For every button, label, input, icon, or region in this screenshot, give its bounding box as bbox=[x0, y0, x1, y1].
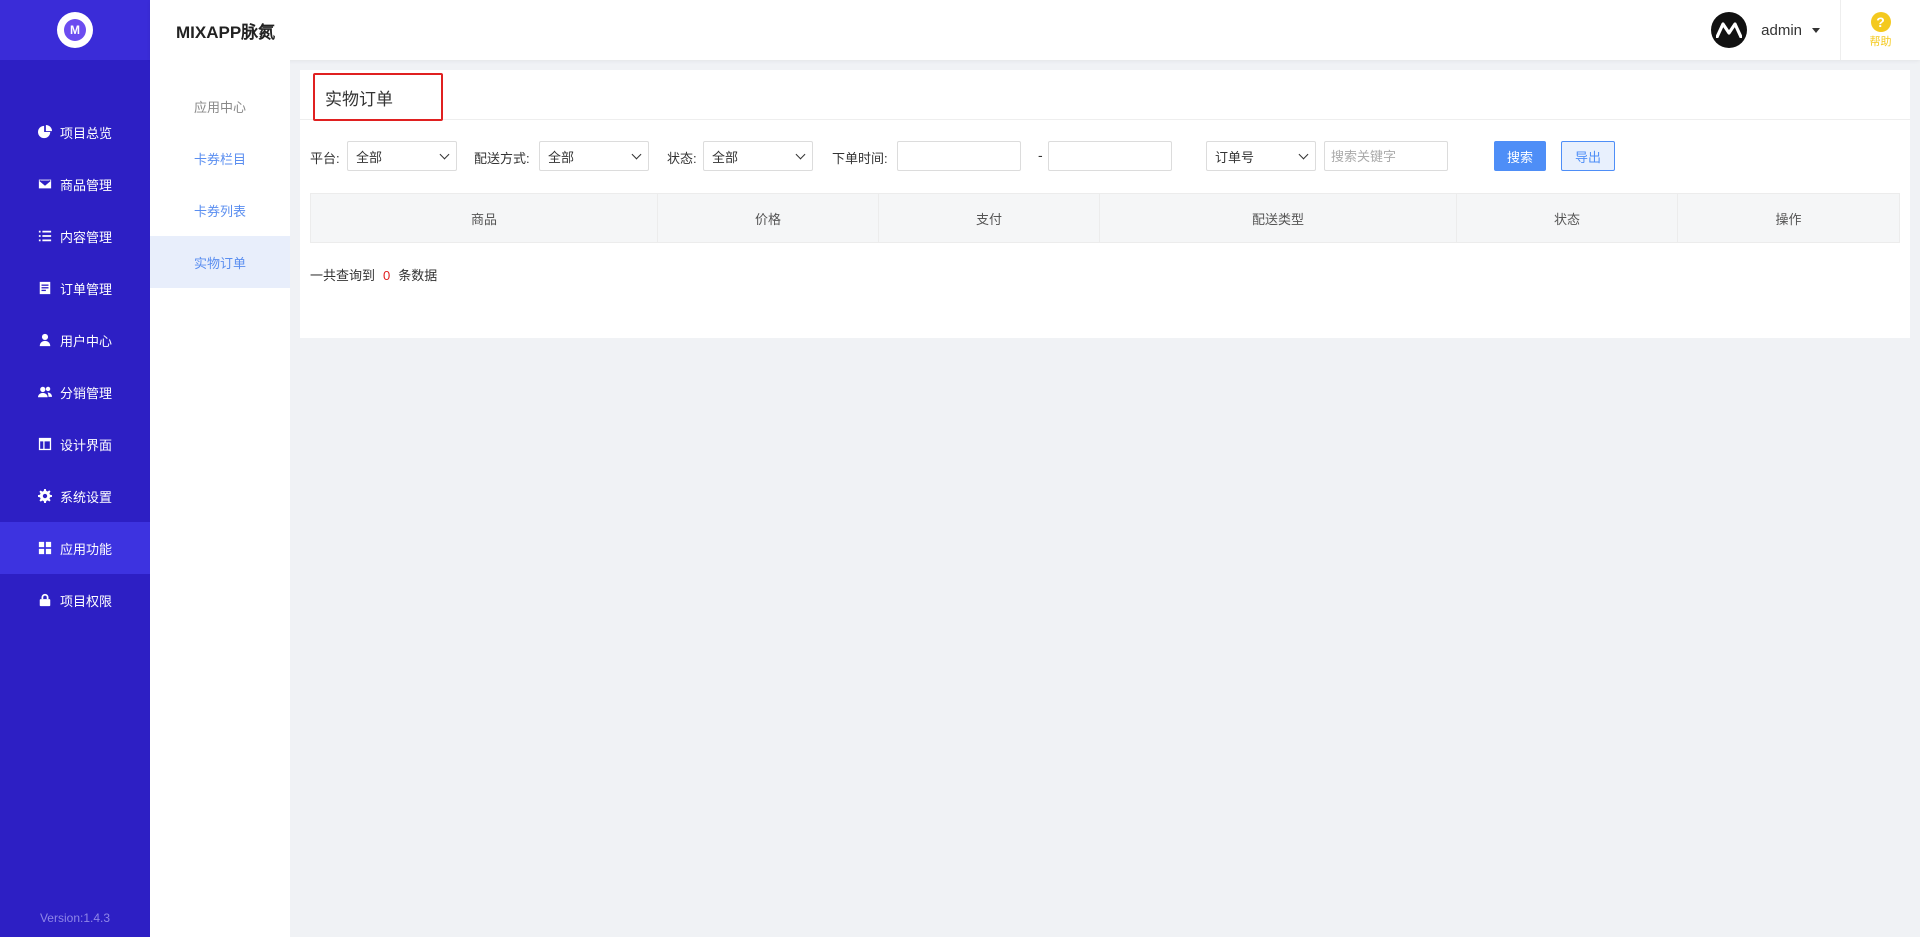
app-title: MIXAPP脉氮 bbox=[176, 22, 276, 42]
column-header-actions: 操作 bbox=[1775, 211, 1802, 227]
platform-label: 平台: bbox=[310, 151, 340, 166]
sidebar-item-label: 系统设置 bbox=[60, 489, 113, 505]
users-icon bbox=[38, 385, 52, 399]
top-header: MIXAPP脉氮 admin ? 帮助 bbox=[150, 0, 1920, 60]
sidebar-item-label: 设计界面 bbox=[60, 437, 113, 453]
avatar[interactable] bbox=[1711, 12, 1748, 48]
sub-item-physical-orders[interactable]: 实物订单 bbox=[150, 236, 290, 288]
envelope-icon bbox=[38, 177, 52, 191]
sidebar-item-overview[interactable]: 项目总览 bbox=[0, 106, 150, 158]
sidebar-item-apps[interactable]: 应用功能 bbox=[0, 522, 150, 574]
delivery-select-value: 全部 bbox=[548, 149, 575, 165]
card-header: 实物订单 bbox=[300, 70, 1910, 121]
chevron-down-icon bbox=[1298, 149, 1309, 160]
help-label: 帮助 bbox=[1869, 35, 1892, 48]
grid-icon bbox=[38, 541, 52, 555]
logo-area[interactable]: M bbox=[0, 0, 150, 60]
primary-sidebar: M 项目总览 商品管理 内容管理 订单管理 用户中心 分销管理 设计界面 系统设… bbox=[0, 0, 150, 937]
logo-mark-icon: M bbox=[64, 19, 86, 41]
delivery-label: 配送方式: bbox=[474, 151, 530, 166]
sub-item-app-center[interactable]: 应用中心 bbox=[150, 80, 290, 132]
export-button[interactable]: 导出 bbox=[1561, 141, 1615, 171]
gear-icon bbox=[38, 489, 52, 503]
result-count: 一共查询到 0 条数据 bbox=[310, 265, 437, 284]
sub-menu: 应用中心 卡券栏目 卡券列表 实物订单 bbox=[150, 60, 290, 288]
platform-select-value: 全部 bbox=[356, 149, 383, 165]
platform-select[interactable]: 全部 bbox=[347, 141, 457, 171]
sidebar-item-settings[interactable]: 系统设置 bbox=[0, 470, 150, 522]
header-right: admin ? 帮助 bbox=[1711, 0, 1920, 60]
keyword-input[interactable] bbox=[1324, 141, 1448, 171]
start-date-input[interactable] bbox=[897, 141, 1021, 171]
version-label: Version:1.4.3 bbox=[39, 911, 111, 925]
sub-item-coupon-list[interactable]: 卡券列表 bbox=[150, 184, 290, 236]
chevron-down-icon bbox=[631, 149, 642, 160]
main-card: 实物订单 平台: 全部 配送方式: 全部 状态: 全部 下单时间: - 订单号 … bbox=[300, 70, 1910, 338]
search-field-value: 订单号 bbox=[1215, 149, 1255, 165]
sidebar-item-permissions[interactable]: 项目权限 bbox=[0, 574, 150, 626]
user-icon bbox=[38, 333, 52, 347]
pie-chart-icon bbox=[38, 125, 52, 139]
column-header-product: 商品 bbox=[311, 194, 658, 242]
search-button[interactable]: 搜索 bbox=[1494, 141, 1546, 171]
caret-down-icon[interactable] bbox=[1812, 27, 1820, 33]
sidebar-menu: 项目总览 商品管理 内容管理 订单管理 用户中心 分销管理 设计界面 系统设置 bbox=[0, 106, 150, 626]
chevron-down-icon bbox=[795, 149, 806, 160]
column-header-payment: 支付 bbox=[879, 194, 1100, 242]
filter-bar: 平台: 全部 配送方式: 全部 状态: 全部 下单时间: - 订单号 搜索 导出 bbox=[310, 141, 1900, 171]
sidebar-item-label: 分销管理 bbox=[60, 385, 113, 401]
sub-item-coupon-category[interactable]: 卡券栏目 bbox=[150, 132, 290, 184]
document-icon bbox=[38, 281, 52, 295]
status-select-value: 全部 bbox=[712, 149, 739, 165]
sidebar-item-content[interactable]: 内容管理 bbox=[0, 210, 150, 262]
sidebar-item-design[interactable]: 设计界面 bbox=[0, 418, 150, 470]
sidebar-item-products[interactable]: 商品管理 bbox=[0, 158, 150, 210]
sidebar-item-label: 应用功能 bbox=[60, 541, 113, 557]
column-header-price: 价格 bbox=[658, 194, 879, 242]
sidebar-item-label: 订单管理 bbox=[60, 281, 113, 297]
logo: M bbox=[57, 12, 93, 48]
result-count-prefix: 一共查询到 bbox=[310, 268, 376, 283]
sidebar-item-label: 项目权限 bbox=[60, 593, 113, 609]
end-date-input[interactable] bbox=[1048, 141, 1172, 171]
result-count-number: 0 bbox=[383, 268, 391, 283]
layout-icon bbox=[38, 437, 52, 451]
secondary-sidebar: 应用中心 卡券栏目 卡券列表 实物订单 bbox=[150, 60, 290, 937]
list-icon bbox=[38, 229, 52, 243]
orders-table: 商品 价格 支付 配送类型 状态 操作 bbox=[310, 193, 1900, 243]
column-header-delivery-type: 配送类型 bbox=[1100, 194, 1457, 242]
sidebar-item-label: 商品管理 bbox=[60, 177, 113, 193]
page-title: 实物订单 bbox=[313, 73, 443, 121]
sidebar-item-label: 用户中心 bbox=[60, 333, 113, 349]
status-label: 状态: bbox=[667, 151, 697, 166]
sidebar-item-label: 内容管理 bbox=[60, 229, 113, 245]
date-range-dash: - bbox=[1038, 147, 1043, 163]
question-icon: ? bbox=[1870, 11, 1891, 32]
search-field-select[interactable]: 订单号 bbox=[1206, 141, 1316, 171]
status-select[interactable]: 全部 bbox=[703, 141, 813, 171]
result-count-suffix: 条数据 bbox=[398, 268, 438, 283]
help-button[interactable]: ? 帮助 bbox=[1840, 0, 1920, 60]
table-header: 商品 价格 支付 配送类型 状态 操作 bbox=[310, 193, 1900, 243]
sidebar-item-orders[interactable]: 订单管理 bbox=[0, 262, 150, 314]
sidebar-item-label: 项目总览 bbox=[60, 125, 113, 141]
lock-icon bbox=[38, 593, 52, 607]
user-name[interactable]: admin bbox=[1761, 22, 1802, 39]
delivery-select[interactable]: 全部 bbox=[539, 141, 649, 171]
column-header-status: 状态 bbox=[1457, 194, 1678, 242]
chevron-down-icon bbox=[439, 149, 450, 160]
sidebar-item-users[interactable]: 用户中心 bbox=[0, 314, 150, 366]
order-time-label: 下单时间: bbox=[832, 151, 888, 166]
sidebar-item-distribution[interactable]: 分销管理 bbox=[0, 366, 150, 418]
brand-m-icon bbox=[1716, 22, 1743, 38]
